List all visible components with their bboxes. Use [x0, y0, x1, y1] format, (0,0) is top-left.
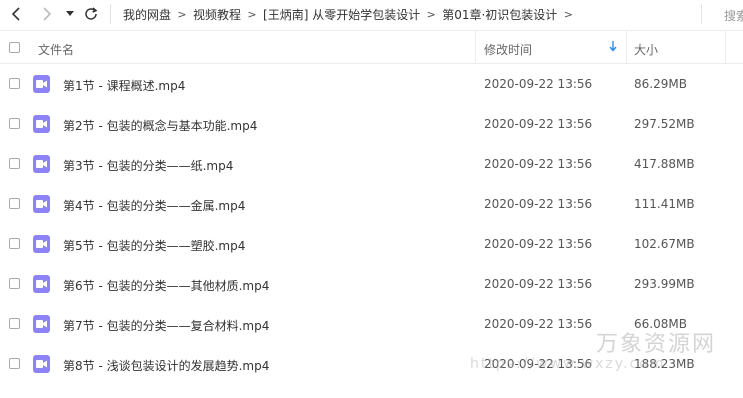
search-input[interactable]: 搜索	[724, 7, 743, 24]
video-file-icon	[33, 155, 50, 173]
breadcrumb-item-videos[interactable]: 视频教程	[193, 6, 241, 23]
file-row[interactable]: 第4节 - 包装的分类——金属.mp4 2020-09-22 13:56 111…	[0, 184, 743, 224]
row-checkbox[interactable]	[9, 158, 20, 169]
file-name[interactable]: 第6节 - 包装的分类——其他材质.mp4	[63, 277, 269, 294]
video-file-icon	[33, 75, 50, 93]
file-size: 102.67MB	[634, 237, 695, 251]
search-divider	[701, 4, 702, 24]
row-checkbox[interactable]	[9, 78, 20, 89]
file-modified: 2020-09-22 13:56	[484, 237, 593, 251]
row-checkbox[interactable]	[9, 318, 20, 329]
history-dropdown-button[interactable]	[62, 3, 78, 25]
breadcrumb-item-chapter[interactable]: 第01章·初识包装设计	[442, 6, 557, 23]
row-checkbox[interactable]	[9, 118, 20, 129]
column-header-name[interactable]: 文件名	[38, 41, 74, 58]
breadcrumb-separator: >	[247, 8, 257, 21]
row-checkbox[interactable]	[9, 198, 20, 209]
watermark-url: https://www.wxzy.com	[470, 356, 666, 372]
file-modified: 2020-09-22 13:56	[484, 197, 593, 211]
breadcrumb: 我的网盘 > 视频教程 > [王炳南] 从零开始学包装设计 > 第01章·初识包…	[123, 0, 579, 29]
file-modified: 2020-09-22 13:56	[484, 157, 593, 171]
chevron-right-icon	[43, 7, 52, 21]
file-name[interactable]: 第3节 - 包装的分类——纸.mp4	[63, 157, 233, 174]
refresh-button[interactable]	[81, 3, 101, 25]
file-size: 417.88MB	[634, 157, 695, 171]
row-checkbox[interactable]	[9, 238, 20, 249]
file-modified: 2020-09-22 13:56	[484, 117, 593, 131]
video-file-icon	[33, 235, 50, 253]
file-modified: 2020-09-22 13:56	[484, 317, 593, 331]
file-size: 297.52MB	[634, 117, 695, 131]
column-divider[interactable]	[626, 31, 627, 63]
file-size: 111.41MB	[634, 197, 695, 211]
file-row[interactable]: 第3节 - 包装的分类——纸.mp4 2020-09-22 13:56 417.…	[0, 144, 743, 184]
select-all-checkbox[interactable]	[9, 42, 20, 53]
video-file-icon	[33, 115, 50, 133]
file-list-header: 文件名 修改时间 大小	[0, 30, 743, 64]
file-row[interactable]: 第5节 - 包装的分类——塑胶.mp4 2020-09-22 13:56 102…	[0, 224, 743, 264]
breadcrumb-separator: >	[177, 8, 187, 21]
file-name[interactable]: 第2节 - 包装的概念与基本功能.mp4	[63, 117, 257, 134]
file-size: 293.99MB	[634, 277, 695, 291]
file-modified: 2020-09-22 13:56	[484, 277, 593, 291]
column-divider[interactable]	[725, 31, 726, 63]
column-header-size[interactable]: 大小	[634, 41, 658, 58]
forward-button[interactable]	[37, 3, 57, 25]
file-row[interactable]: 第6节 - 包装的分类——其他材质.mp4 2020-09-22 13:56 2…	[0, 264, 743, 304]
navigation-bar: 我的网盘 > 视频教程 > [王炳南] 从零开始学包装设计 > 第01章·初识包…	[0, 0, 743, 29]
back-button[interactable]	[6, 3, 26, 25]
chevron-left-icon	[11, 7, 20, 21]
video-file-icon	[33, 275, 50, 293]
video-file-icon	[33, 355, 50, 373]
column-header-modified[interactable]: 修改时间	[484, 41, 532, 58]
watermark-title: 万象资源网	[596, 332, 717, 357]
breadcrumb-separator: >	[563, 8, 573, 21]
arrow-down-icon	[609, 41, 617, 55]
file-row[interactable]: 第1节 - 课程概述.mp4 2020-09-22 13:56 86.29MB	[0, 64, 743, 104]
nav-divider	[110, 4, 111, 24]
file-modified: 2020-09-22 13:56	[484, 77, 593, 91]
breadcrumb-item-course[interactable]: [王炳南] 从零开始学包装设计	[263, 6, 420, 23]
refresh-icon	[85, 7, 98, 20]
file-size: 86.29MB	[634, 77, 687, 91]
file-name[interactable]: 第1节 - 课程概述.mp4	[63, 77, 185, 94]
row-checkbox[interactable]	[9, 278, 20, 289]
file-name[interactable]: 第8节 - 浅谈包装设计的发展趋势.mp4	[63, 357, 269, 374]
file-name[interactable]: 第4节 - 包装的分类——金属.mp4	[63, 197, 245, 214]
row-checkbox[interactable]	[9, 358, 20, 369]
column-divider[interactable]	[475, 31, 476, 63]
file-row[interactable]: 第2节 - 包装的概念与基本功能.mp4 2020-09-22 13:56 29…	[0, 104, 743, 144]
file-name[interactable]: 第5节 - 包装的分类——塑胶.mp4	[63, 237, 245, 254]
video-file-icon	[33, 195, 50, 213]
file-name[interactable]: 第7节 - 包装的分类——复合材料.mp4	[63, 317, 269, 334]
breadcrumb-separator: >	[426, 8, 436, 21]
breadcrumb-item-root[interactable]: 我的网盘	[123, 6, 171, 23]
video-file-icon	[33, 315, 50, 333]
caret-down-icon	[66, 11, 74, 16]
